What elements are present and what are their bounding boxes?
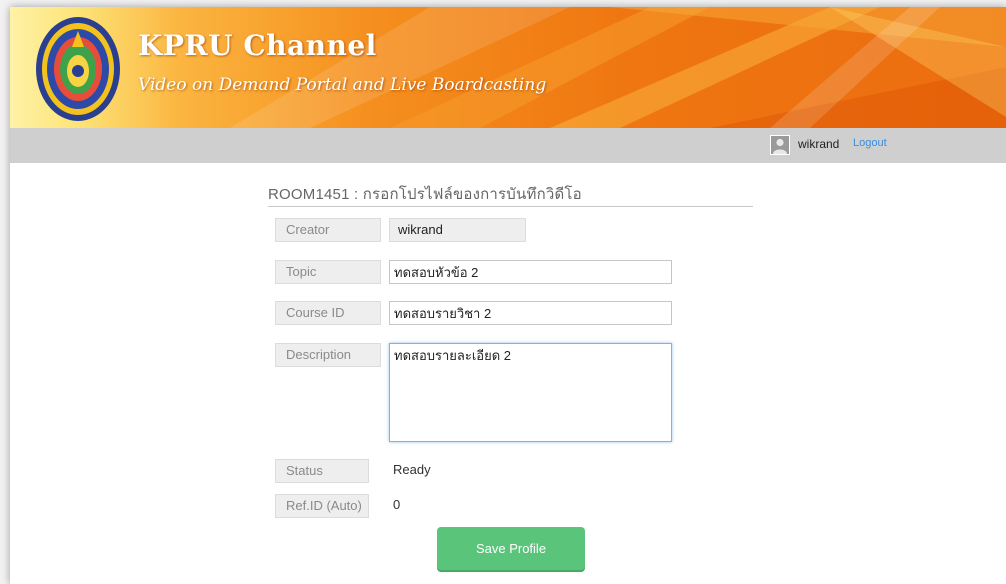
creator-value: wikrand <box>389 218 526 242</box>
university-seal-logo <box>36 17 120 121</box>
banner-decoration <box>230 7 1006 128</box>
description-textarea[interactable]: ทดสอบรายละเอียด 2 <box>389 343 672 442</box>
username: wikrand <box>798 137 840 151</box>
course-id-input[interactable] <box>389 301 672 325</box>
course-id-label: Course ID <box>275 301 381 325</box>
page-title: ROOM1451 : กรอกโปรไฟล์ของการบันทึกวิดีโอ <box>268 182 753 207</box>
user-avatar-icon <box>770 135 790 155</box>
topic-input[interactable] <box>389 260 672 284</box>
ref-id-value: 0 <box>393 497 401 512</box>
save-profile-button[interactable]: Save Profile <box>437 527 585 570</box>
status-label: Status <box>275 459 369 483</box>
topic-label: Topic <box>275 260 381 284</box>
site-subtitle: Video on Demand Portal and Live Boardcas… <box>138 75 547 95</box>
description-label: Description <box>275 343 381 367</box>
status-value: Ready <box>393 462 431 477</box>
browser-page: KPRU Channel Video on Demand Portal and … <box>10 7 1006 584</box>
site-banner: KPRU Channel Video on Demand Portal and … <box>10 7 1006 128</box>
logout-link[interactable]: Logout <box>853 137 887 149</box>
ref-id-label: Ref.ID (Auto) <box>275 494 369 518</box>
creator-label: Creator <box>275 218 381 242</box>
user-bar: wikrand Logout <box>10 128 1006 163</box>
site-title: KPRU Channel <box>138 29 377 62</box>
